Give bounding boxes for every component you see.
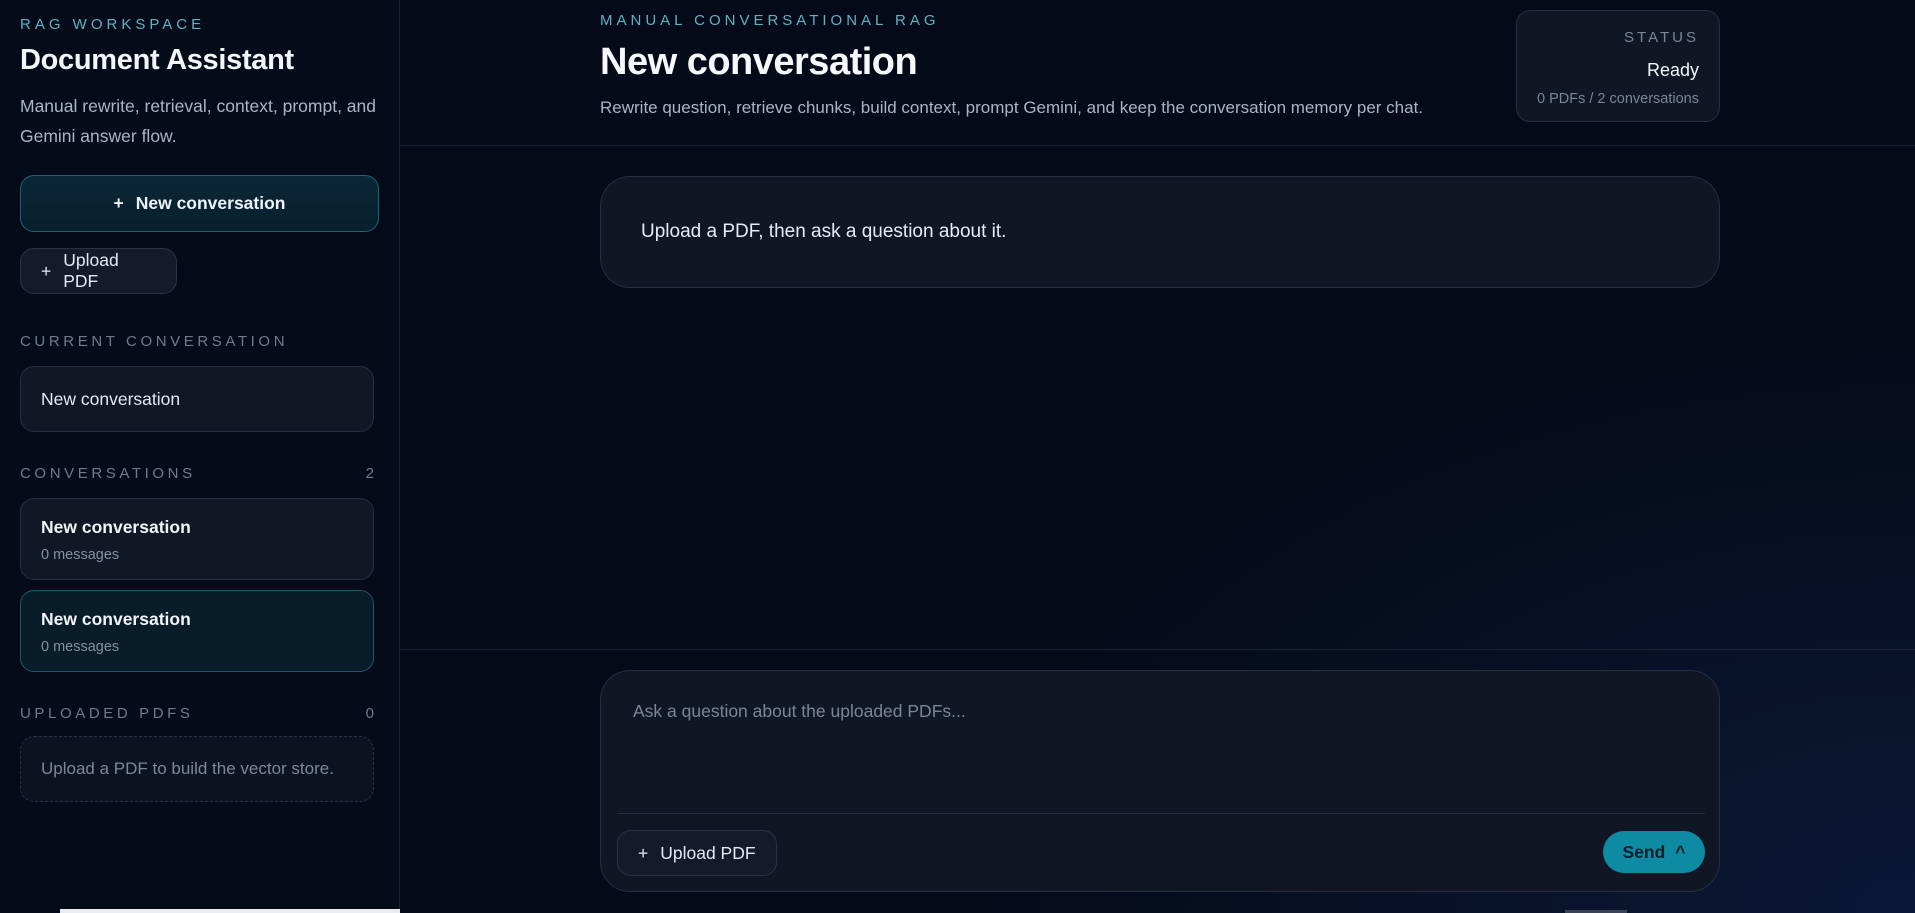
sidebar-description: Manual rewrite, retrieval, context, prom… [20, 96, 376, 146]
page-title: New conversation [600, 41, 918, 83]
composer-divider [617, 813, 1705, 814]
send-label: Send [1622, 841, 1666, 862]
page-description: Rewrite question, retrieve chunks, build… [600, 98, 1424, 117]
upload-pdf-label: Upload PDF [63, 250, 119, 291]
main-header: MANUAL CONVERSATIONAL RAG New conversati… [400, 0, 1915, 146]
plus-icon: + [638, 842, 649, 863]
status-meta: 0 PDFs / 2 conversations [1537, 91, 1699, 107]
status-label: STATUS [1624, 29, 1699, 46]
conversation-meta: 0 messages [41, 639, 120, 655]
conversation-title: New conversation [41, 609, 191, 629]
current-conversation-heading-label: CURRENT CONVERSATION [20, 333, 289, 350]
uploaded-pdfs-empty-text: Upload a PDF to build the vector store. [41, 759, 334, 778]
empty-state-message: Upload a PDF, then ask a question about … [600, 176, 1720, 288]
question-input[interactable] [617, 685, 1703, 809]
new-conversation-label: New conversation [135, 193, 286, 213]
new-conversation-button[interactable]: + New conversation [20, 175, 379, 232]
message-area: Upload a PDF, then ask a question about … [400, 146, 1915, 650]
composer-upload-pdf-button[interactable]: + Upload PDF [617, 830, 777, 876]
current-conversation-card[interactable]: New conversation [20, 366, 374, 432]
uploaded-pdfs-count: 0 [365, 705, 374, 722]
conversation-meta: 0 messages [41, 547, 120, 563]
conversation-title: New conversation [41, 517, 191, 537]
main-panel: MANUAL CONVERSATIONAL RAG New conversati… [400, 0, 1915, 913]
header-eyebrow: MANUAL CONVERSATIONAL RAG [600, 12, 940, 29]
plus-icon: + [113, 193, 124, 213]
composer: + Upload PDF Send ^ [600, 670, 1720, 892]
uploaded-pdfs-heading: UPLOADED PDFS 0 [20, 705, 374, 722]
send-arrow-icon: ^ [1675, 841, 1686, 862]
sidebar-upload-pdf-button[interactable]: + Upload PDF [20, 248, 177, 294]
uploaded-pdfs-heading-label: UPLOADED PDFS [20, 705, 194, 722]
status-value: Ready [1646, 60, 1699, 80]
send-button[interactable]: Send ^ [1603, 831, 1705, 873]
conversation-list-item[interactable]: New conversation 0 messages [20, 498, 374, 580]
conversations-heading-label: CONVERSATIONS [20, 465, 196, 482]
empty-state-text: Upload a PDF, then ask a question about … [641, 221, 1007, 242]
current-conversation-heading: CURRENT CONVERSATION [20, 333, 374, 350]
status-card: STATUS Ready 0 PDFs / 2 conversations [1516, 10, 1720, 122]
conversation-list-item-active[interactable]: New conversation 0 messages [20, 590, 374, 672]
app-root: RAG WORKSPACE Document Assistant Manual … [0, 0, 1915, 913]
uploaded-pdfs-empty-state: Upload a PDF to build the vector store. [20, 736, 374, 802]
plus-icon: + [41, 260, 52, 281]
header-text: MANUAL CONVERSATIONAL RAG New conversati… [600, 12, 1500, 118]
current-conversation-title: New conversation [41, 388, 181, 409]
conversations-count: 2 [365, 465, 374, 482]
sidebar: RAG WORKSPACE Document Assistant Manual … [0, 0, 420, 913]
conversations-heading: CONVERSATIONS 2 [20, 465, 374, 482]
upload-pdf-label: Upload PDF [660, 842, 756, 863]
sidebar-title: Document Assistant [20, 44, 294, 76]
sidebar-eyebrow: RAG WORKSPACE [20, 16, 206, 33]
sidebar-scrollbar[interactable] [60, 909, 420, 913]
